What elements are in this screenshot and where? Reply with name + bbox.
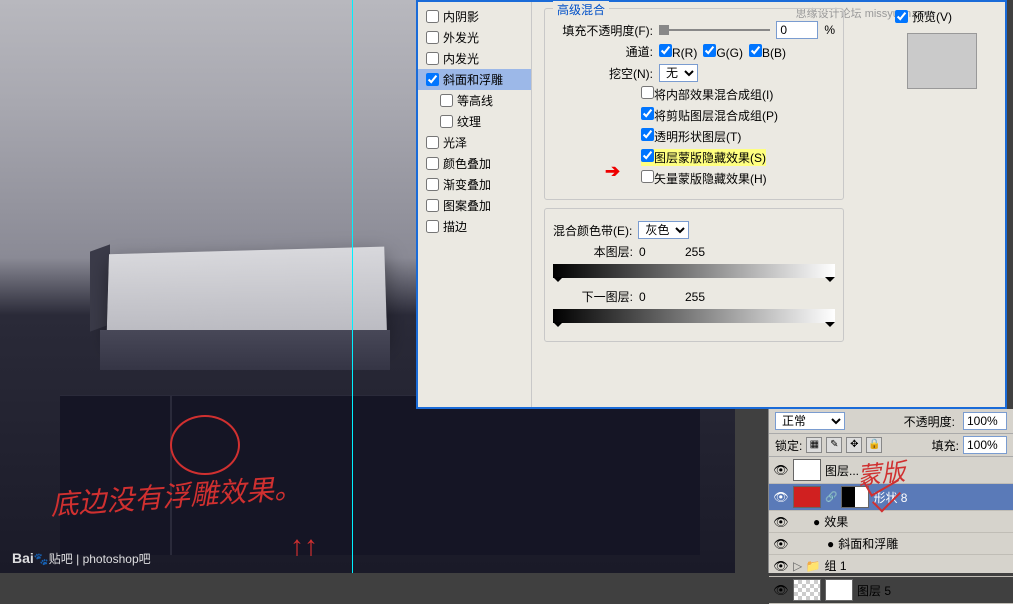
preview-checkbox[interactable]: 预览(V) (887, 6, 997, 27)
preview-thumbnail (907, 33, 977, 89)
layer-name: 斜面和浮雕 (838, 535, 898, 552)
visibility-icon[interactable]: 👁 (773, 537, 789, 551)
style-item-光泽[interactable]: 光泽 (418, 132, 531, 153)
blend-mode-select[interactable]: 正常 (775, 412, 845, 430)
visibility-icon[interactable]: 👁 (773, 515, 789, 529)
visibility-icon[interactable]: 👁 (773, 583, 789, 597)
lock-all-icon[interactable]: 🔒 (866, 437, 882, 453)
layer-name: 效果 (824, 513, 848, 530)
visibility-icon[interactable]: 👁 (773, 490, 789, 504)
layer-name: 组 1 (825, 557, 847, 574)
opt-透明形状图层(T)[interactable]: 透明形状图层(T) (641, 128, 741, 145)
annotation-circle (170, 415, 240, 475)
blendif-channel-select[interactable]: 灰色 (638, 221, 689, 239)
annotation-arrow-up: ↑↑ (290, 530, 318, 562)
style-item-内发光[interactable]: 内发光 (418, 48, 531, 69)
lock-position-icon[interactable]: ✥ (846, 437, 862, 453)
style-item-图案叠加[interactable]: 图案叠加 (418, 195, 531, 216)
visibility-icon[interactable]: 👁 (773, 463, 789, 477)
style-item-描边[interactable]: 描边 (418, 216, 531, 237)
style-item-斜面和浮雕[interactable]: 斜面和浮雕 (418, 69, 531, 90)
opt-将内部效果混合成组(I)[interactable]: 将内部效果混合成组(I) (641, 86, 773, 103)
lock-pixels-icon[interactable]: ✎ (826, 437, 842, 453)
under-layer-gradient[interactable] (553, 309, 835, 323)
fill-opacity-row: 填充不透明度(F): % (553, 21, 835, 39)
advanced-blending-group: 高级混合 填充不透明度(F): % 通道: R(R)G(G)B(B) 挖空(N)… (544, 8, 844, 200)
preview-section: 预览(V) (887, 6, 997, 95)
channel-G(G)[interactable]: G(G) (703, 46, 743, 60)
this-layer-gradient[interactable] (553, 264, 835, 278)
layer-name: 图层 5 (857, 582, 891, 599)
knockout-select[interactable]: 无 (659, 64, 698, 82)
opt-将剪贴图层混合成组(P)[interactable]: 将剪贴图层混合成组(P) (641, 107, 778, 124)
style-item-颜色叠加[interactable]: 颜色叠加 (418, 153, 531, 174)
layer-row[interactable]: 👁●斜面和浮雕 (769, 533, 1013, 555)
style-item-等高线[interactable]: 等高线 (418, 90, 531, 111)
style-item-外发光[interactable]: 外发光 (418, 27, 531, 48)
opt-矢量蒙版隐藏效果(H)[interactable]: 矢量蒙版隐藏效果(H) (641, 170, 767, 187)
watermark-bottom: Bai🐾贴吧 | photoshop吧 (12, 550, 151, 567)
red-arrow-icon: ➔ (605, 161, 620, 182)
layer-row[interactable]: 👁▷ 📁组 1 (769, 555, 1013, 577)
style-list: 内阴影外发光内发光斜面和浮雕等高线纹理光泽颜色叠加渐变叠加图案叠加描边 (418, 2, 532, 407)
layer-opacity-input[interactable] (963, 412, 1007, 430)
layers-panel-header: 正常 不透明度: (769, 409, 1013, 434)
blend-if-group: 混合颜色带(E): 灰色 本图层:0255 下一图层:0255 (544, 208, 844, 342)
guide-line[interactable] (352, 0, 353, 573)
scanner-base (60, 395, 700, 555)
style-item-纹理[interactable]: 纹理 (418, 111, 531, 132)
knockout-row: 挖空(N): 无 (553, 64, 835, 82)
layer-row[interactable]: 👁 图层 5 (769, 577, 1013, 604)
fill-opacity-input[interactable] (776, 21, 818, 39)
style-item-内阴影[interactable]: 内阴影 (418, 6, 531, 27)
tray-front (100, 330, 390, 370)
group-title: 高级混合 (553, 1, 609, 18)
lock-transparency-icon[interactable]: ▦ (806, 437, 822, 453)
channels-row: 通道: R(R)G(G)B(B) (553, 43, 835, 60)
visibility-icon[interactable]: 👁 (773, 559, 789, 573)
style-options: 思缘设计论坛 missyuan.com 预览(V) 高级混合 填充不透明度(F)… (532, 2, 1005, 407)
scanner-tray (107, 247, 388, 341)
channel-B(B)[interactable]: B(B) (749, 46, 786, 60)
mask-arrow-lines (865, 473, 905, 513)
layer-row[interactable]: 👁●效果 (769, 511, 1013, 533)
layer-fill-input[interactable] (963, 436, 1007, 454)
layer-style-dialog: 内阴影外发光内发光斜面和浮雕等高线纹理光泽颜色叠加渐变叠加图案叠加描边 思缘设计… (416, 0, 1007, 409)
opt-图层蒙版隐藏效果(S)[interactable]: 图层蒙版隐藏效果(S) (641, 149, 766, 166)
style-item-渐变叠加[interactable]: 渐变叠加 (418, 174, 531, 195)
channel-R(R)[interactable]: R(R) (659, 46, 697, 60)
layer-name: 图层... (825, 462, 859, 479)
fill-opacity-slider[interactable] (659, 29, 770, 31)
